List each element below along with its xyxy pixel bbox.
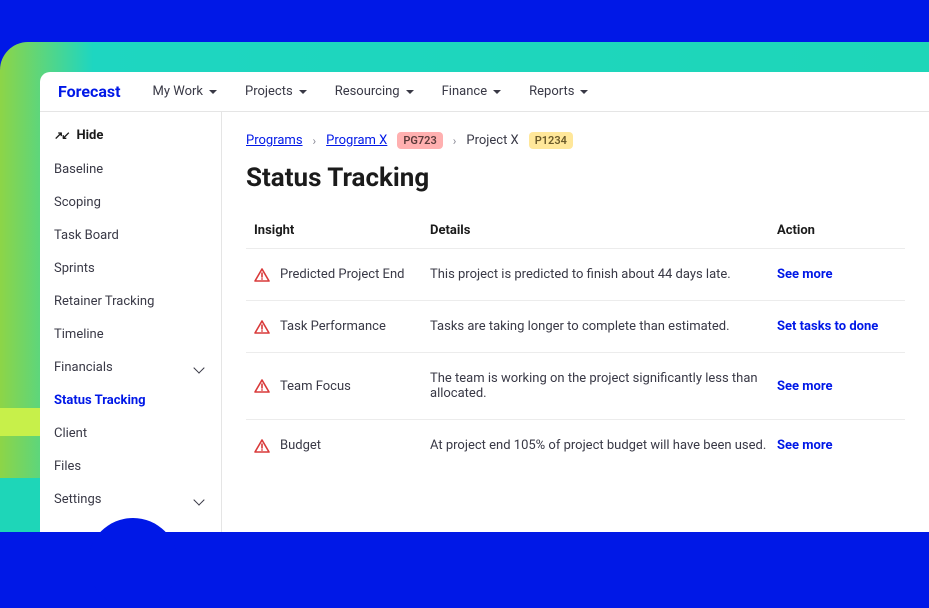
sidebar-item-label: Sprints (54, 261, 95, 276)
sidebar-item-label: Files (54, 459, 81, 474)
caret-down-icon (406, 90, 414, 94)
sidebar-item-timeline[interactable]: Timeline (40, 318, 221, 351)
nav-item-label: My Work (153, 84, 203, 99)
sidebar-item-label: Financials (54, 360, 113, 375)
chevron-down-icon (193, 362, 204, 373)
sidebar-item-label: Settings (54, 492, 101, 507)
details-text: This project is predicted to finish abou… (430, 267, 777, 282)
breadcrumb: Programs › Program X PG723 › Project X P… (246, 132, 905, 149)
breadcrumb-project-x: Project X (466, 133, 518, 148)
warning-icon (254, 379, 270, 393)
nav-item-reports[interactable]: Reports (529, 84, 588, 99)
logo: Forecast (58, 82, 121, 101)
insight-label: Task Performance (280, 319, 386, 334)
main-content: Programs › Program X PG723 › Project X P… (222, 112, 929, 532)
project-badge: P1234 (529, 132, 573, 149)
table-header: Insight Details Action (246, 213, 905, 248)
nav-item-label: Reports (529, 84, 574, 99)
sidebar-item-label: Task Board (54, 228, 119, 243)
nav-item-label: Resourcing (335, 84, 400, 99)
col-header-action: Action (777, 223, 897, 238)
sidebar-item-files[interactable]: Files (40, 450, 221, 483)
sidebar-item-financials[interactable]: Financials (40, 351, 221, 384)
sidebar-hide-button[interactable]: ↗↙ Hide (40, 122, 221, 153)
warning-icon (254, 439, 270, 453)
program-badge: PG723 (397, 132, 442, 149)
table-row: Predicted Project End This project is pre… (246, 248, 905, 300)
action-link[interactable]: See more (777, 379, 897, 394)
table-row: Team Focus The team is working on the pro… (246, 352, 905, 419)
col-header-details: Details (430, 223, 777, 238)
caret-down-icon (299, 90, 307, 94)
nav-item-my-work[interactable]: My Work (153, 84, 217, 99)
sidebar-item-label: Timeline (54, 327, 104, 342)
sidebar-item-label: Retainer Tracking (54, 294, 154, 309)
col-header-insight: Insight (254, 223, 430, 238)
nav-item-projects[interactable]: Projects (245, 84, 307, 99)
chevron-right-icon: › (313, 134, 317, 148)
collapse-icon: ↗↙ (54, 130, 68, 141)
table-row: Task Performance Tasks are taking longer … (246, 300, 905, 352)
insight-label: Team Focus (280, 379, 351, 394)
app-window: Forecast My Work Projects Resourcing Financ… (40, 72, 929, 532)
caret-down-icon (580, 90, 588, 94)
page-title: Status Tracking (246, 163, 905, 193)
insight-label: Predicted Project End (280, 267, 404, 282)
sidebar-item-label: Baseline (54, 162, 103, 177)
warning-icon (254, 320, 270, 334)
sidebar-item-status-tracking[interactable]: Status Tracking (40, 384, 221, 417)
caret-down-icon (209, 90, 217, 94)
sidebar-item-baseline[interactable]: Baseline (40, 153, 221, 186)
table-row: Budget At project end 105% of project bud… (246, 419, 905, 471)
breadcrumb-program-x[interactable]: Program X (326, 133, 387, 148)
sidebar-item-retainer-tracking[interactable]: Retainer Tracking (40, 285, 221, 318)
sidebar-item-settings[interactable]: Settings (40, 483, 221, 516)
sidebar-item-scoping[interactable]: Scoping (40, 186, 221, 219)
sidebar-item-task-board[interactable]: Task Board (40, 219, 221, 252)
top-nav: Forecast My Work Projects Resourcing Financ… (40, 72, 929, 112)
chevron-down-icon (193, 494, 204, 505)
action-link[interactable]: See more (777, 267, 897, 282)
nav-item-label: Projects (245, 84, 293, 99)
details-text: Tasks are taking longer to complete than… (430, 319, 777, 334)
details-text: The team is working on the project signi… (430, 371, 777, 401)
caret-down-icon (493, 90, 501, 94)
nav-item-finance[interactable]: Finance (442, 84, 501, 99)
action-link[interactable]: Set tasks to done (777, 319, 897, 334)
hide-label: Hide (76, 128, 103, 143)
nav-item-label: Finance (442, 84, 487, 99)
insight-label: Budget (280, 438, 321, 453)
sidebar-item-label: Status Tracking (54, 393, 146, 408)
sidebar-item-sprints[interactable]: Sprints (40, 252, 221, 285)
chevron-right-icon: › (453, 134, 457, 148)
sidebar-item-label: Scoping (54, 195, 101, 210)
breadcrumb-programs[interactable]: Programs (246, 133, 303, 148)
sidebar-item-label: Client (54, 426, 87, 441)
nav-item-resourcing[interactable]: Resourcing (335, 84, 414, 99)
sidebar: ↗↙ Hide Baseline Scoping Task Board Sprints… (40, 112, 222, 532)
action-link[interactable]: See more (777, 438, 897, 453)
sidebar-item-client[interactable]: Client (40, 417, 221, 450)
details-text: At project end 105% of project budget wi… (430, 438, 777, 453)
warning-icon (254, 268, 270, 282)
